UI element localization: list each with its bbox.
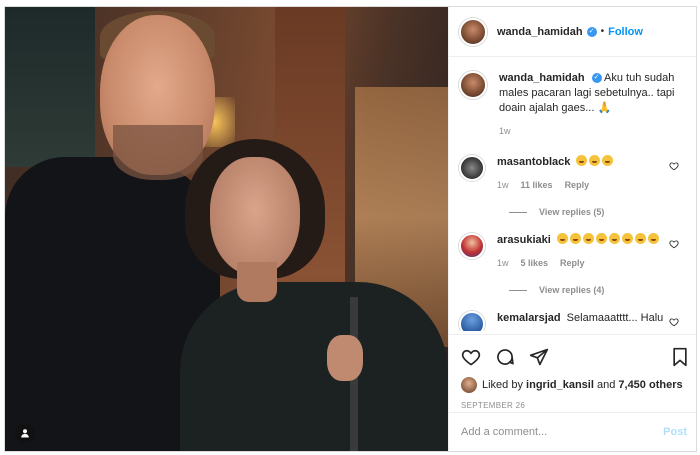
verified-badge-icon: ✓: [586, 26, 597, 37]
comment-bubble-icon[interactable]: [495, 347, 515, 367]
post-photo[interactable]: [5, 7, 448, 451]
caption-time[interactable]: 1w: [499, 124, 511, 139]
laughing-emoji-icon: [556, 233, 661, 246]
list-item: kemalarsjad Selamaaatttt... Halu: [459, 311, 689, 331]
comment-username[interactable]: masantoblack: [497, 156, 570, 168]
comments-list[interactable]: wanda_hamidah ✓ Aku tuh sudah males pacar…: [449, 57, 696, 331]
avatar[interactable]: [459, 311, 485, 331]
reply-button[interactable]: Reply: [560, 256, 585, 271]
list-item: arasukiaki 1w 5 likes Reply: [459, 233, 689, 271]
caption-username[interactable]: wanda_hamidah: [499, 72, 585, 84]
like-comment-heart-icon[interactable]: [669, 161, 679, 171]
person-right: [180, 282, 448, 451]
likes-summary[interactable]: Liked by ingrid_kansil and 7,450 others: [461, 377, 689, 393]
view-replies-button[interactable]: View replies (4): [509, 285, 689, 295]
comment-username[interactable]: arasukiaki: [497, 234, 551, 246]
post-comment-button[interactable]: Post: [663, 426, 687, 438]
comment-username[interactable]: kemalarsjad: [497, 312, 561, 324]
comment-time[interactable]: 1w: [497, 178, 509, 193]
comment-likes[interactable]: 11 likes: [521, 178, 553, 193]
avatar[interactable]: [459, 233, 485, 259]
comment-likes[interactable]: 5 likes: [521, 256, 549, 271]
post-username[interactable]: wanda_hamidah: [497, 26, 583, 38]
comment-text: Selamaaatttt... Halu: [566, 312, 664, 324]
post-date[interactable]: SEPTEMBER 26: [461, 401, 689, 410]
avatar[interactable]: [459, 71, 487, 99]
likes-others-count[interactable]: 7,450 others: [618, 379, 682, 391]
post-header: wanda_hamidah ✓ • Follow: [449, 7, 696, 57]
reply-button[interactable]: Reply: [565, 178, 590, 193]
view-replies-button[interactable]: View replies (5): [509, 207, 689, 217]
verified-badge-icon: ✓: [591, 73, 602, 84]
laughing-emoji-icon: [576, 155, 615, 168]
pray-emoji-icon: 🙏: [597, 102, 612, 114]
bookmark-icon[interactable]: [671, 347, 689, 367]
avatar[interactable]: [459, 17, 487, 46]
caption: wanda_hamidah ✓ Aku tuh sudah males pacar…: [459, 71, 689, 139]
share-paper-plane-icon[interactable]: [529, 347, 549, 367]
like-heart-icon[interactable]: [461, 347, 481, 367]
tagged-user-icon[interactable]: [15, 423, 35, 443]
comment-time[interactable]: 1w: [497, 256, 509, 271]
avatar[interactable]: [461, 377, 477, 393]
like-comment-heart-icon[interactable]: [669, 239, 679, 249]
like-comment-heart-icon[interactable]: [669, 317, 679, 327]
separator-dot: •: [600, 26, 605, 37]
avatar[interactable]: [459, 155, 485, 181]
post-side-panel: wanda_hamidah ✓ • Follow wanda_hamidah ✓ …: [448, 7, 696, 451]
add-comment-bar: Post: [449, 412, 696, 451]
liked-by-user[interactable]: ingrid_kansil: [526, 379, 594, 391]
instagram-post-frame: wanda_hamidah ✓ • Follow wanda_hamidah ✓ …: [4, 6, 697, 452]
comment-input[interactable]: [461, 426, 664, 438]
follow-button[interactable]: Follow: [608, 26, 643, 38]
list-item: masantoblack 1w 11 likes Reply: [459, 155, 689, 193]
post-actions: Liked by ingrid_kansil and 7,450 others …: [449, 334, 696, 410]
